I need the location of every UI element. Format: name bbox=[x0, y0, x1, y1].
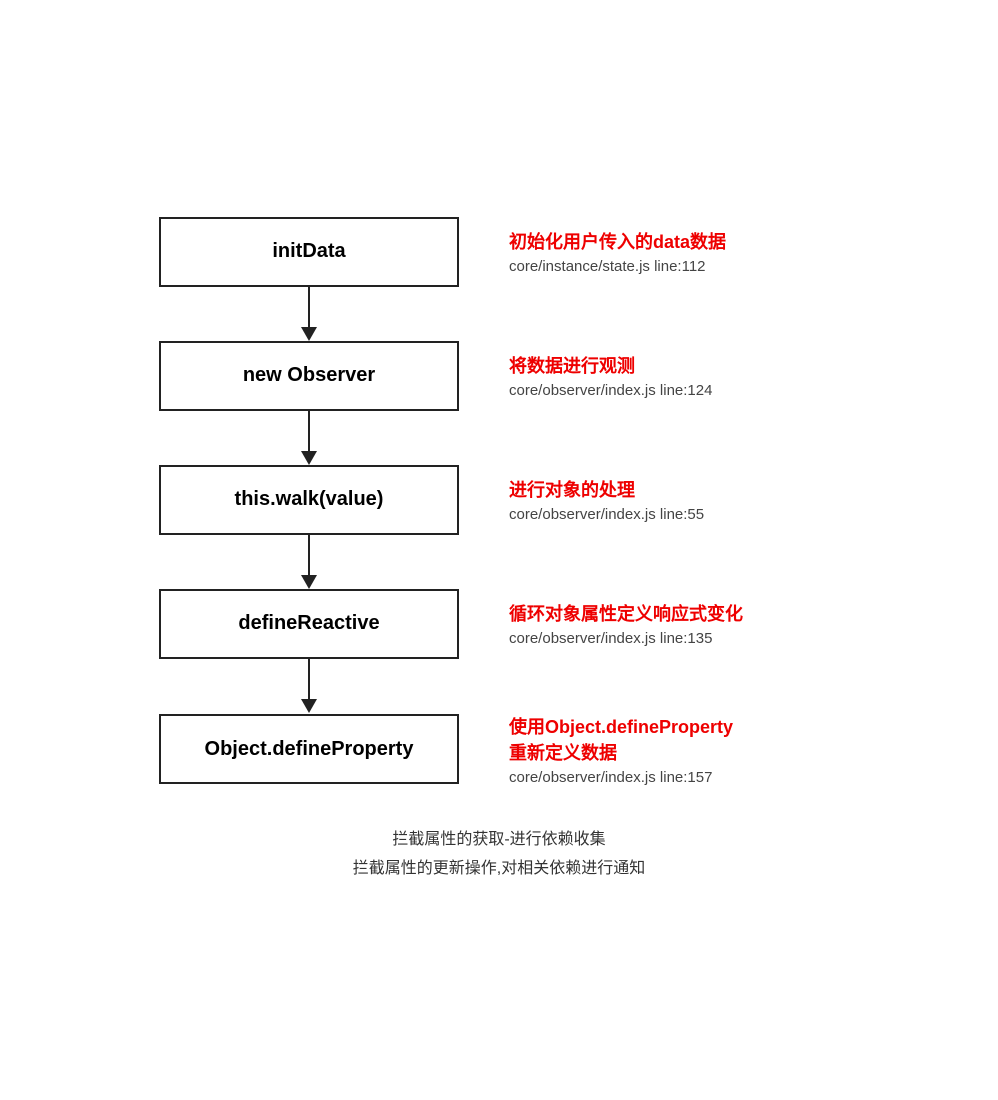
box-initdata-label: initData bbox=[272, 240, 345, 263]
annotation-objectdefineproperty-sub: core/observer/index.js line:157 bbox=[509, 769, 712, 786]
row-thiswalk: this.walk(value) 进行对象的处理 core/observer/i… bbox=[20, 465, 978, 535]
annotation-definereactive-sub: core/observer/index.js line:135 bbox=[509, 630, 712, 647]
box-column-4: defineReactive bbox=[149, 589, 469, 659]
arrow-head-2 bbox=[301, 451, 317, 465]
row-objectdefineproperty: Object.defineProperty 使用Object.definePro… bbox=[20, 713, 978, 786]
arrow-head-3 bbox=[301, 575, 317, 589]
arrow-row-1 bbox=[20, 287, 978, 341]
box-column-2: new Observer bbox=[149, 341, 469, 411]
bottom-text: 拦截属性的获取-进行依赖收集 拦截属性的更新操作,对相关依赖进行通知 bbox=[353, 826, 645, 884]
arrow-4 bbox=[301, 659, 317, 713]
box-thiswalk: this.walk(value) bbox=[159, 465, 459, 535]
annotation-definereactive: 循环对象属性定义响应式变化 core/observer/index.js lin… bbox=[469, 600, 849, 647]
diagram-container: initData 初始化用户传入的data数据 core/instance/st… bbox=[0, 177, 998, 924]
arrow-line-1 bbox=[308, 287, 311, 327]
box-column-1: initData bbox=[149, 217, 469, 287]
arrow-row-3 bbox=[20, 535, 978, 589]
arrow-head-1 bbox=[301, 327, 317, 341]
box-thiswalk-label: this.walk(value) bbox=[235, 488, 384, 511]
arrow-col-4 bbox=[149, 659, 469, 713]
box-newobserver-label: new Observer bbox=[243, 364, 375, 387]
arrow-col-3 bbox=[149, 535, 469, 589]
arrow-line-2 bbox=[308, 411, 311, 451]
annotation-objectdefineproperty-title: 使用Object.defineProperty 重新定义数据 bbox=[509, 713, 733, 765]
annotation-initdata-sub: core/instance/state.js line:112 bbox=[509, 258, 706, 275]
arrow-line-3 bbox=[308, 535, 311, 575]
annotation-spacer-3 bbox=[469, 535, 849, 589]
row-definereactive: defineReactive 循环对象属性定义响应式变化 core/observ… bbox=[20, 589, 978, 659]
annotation-thiswalk-title: 进行对象的处理 bbox=[509, 476, 635, 502]
annotation-spacer-2 bbox=[469, 411, 849, 465]
annotation-newobserver-title: 将数据进行观测 bbox=[509, 352, 635, 378]
annotation-newobserver: 将数据进行观测 core/observer/index.js line:124 bbox=[469, 352, 849, 399]
box-objectdefineproperty: Object.defineProperty bbox=[159, 714, 459, 784]
arrow-col-1 bbox=[149, 287, 469, 341]
row-newobserver: new Observer 将数据进行观测 core/observer/index… bbox=[20, 341, 978, 411]
arrow-head-4 bbox=[301, 699, 317, 713]
annotation-objectdefineproperty: 使用Object.defineProperty 重新定义数据 core/obse… bbox=[469, 713, 849, 786]
annotation-newobserver-sub: core/observer/index.js line:124 bbox=[509, 382, 712, 399]
arrow-row-4 bbox=[20, 659, 978, 713]
annotation-thiswalk-sub: core/observer/index.js line:55 bbox=[509, 506, 704, 523]
annotation-initdata: 初始化用户传入的data数据 core/instance/state.js li… bbox=[469, 228, 849, 275]
annotation-spacer-1 bbox=[469, 287, 849, 341]
bottom-line-2: 拦截属性的更新操作,对相关依赖进行通知 bbox=[353, 855, 645, 884]
box-definereactive-label: defineReactive bbox=[238, 612, 379, 635]
arrow-col-2 bbox=[149, 411, 469, 465]
box-initdata: initData bbox=[159, 217, 459, 287]
annotation-definereactive-title: 循环对象属性定义响应式变化 bbox=[509, 600, 743, 626]
row-initdata: initData 初始化用户传入的data数据 core/instance/st… bbox=[20, 217, 978, 287]
bottom-line-1: 拦截属性的获取-进行依赖收集 bbox=[353, 826, 645, 855]
annotation-initdata-title: 初始化用户传入的data数据 bbox=[509, 228, 726, 254]
arrow-2 bbox=[301, 411, 317, 465]
annotation-spacer-4 bbox=[469, 659, 849, 713]
box-definereactive: defineReactive bbox=[159, 589, 459, 659]
annotation-thiswalk: 进行对象的处理 core/observer/index.js line:55 bbox=[469, 476, 849, 523]
arrow-3 bbox=[301, 535, 317, 589]
box-column-5: Object.defineProperty bbox=[149, 714, 469, 784]
box-column-3: this.walk(value) bbox=[149, 465, 469, 535]
arrow-line-4 bbox=[308, 659, 311, 699]
arrow-1 bbox=[301, 287, 317, 341]
arrow-row-2 bbox=[20, 411, 978, 465]
box-newobserver: new Observer bbox=[159, 341, 459, 411]
box-objectdefineproperty-label: Object.defineProperty bbox=[205, 738, 414, 761]
